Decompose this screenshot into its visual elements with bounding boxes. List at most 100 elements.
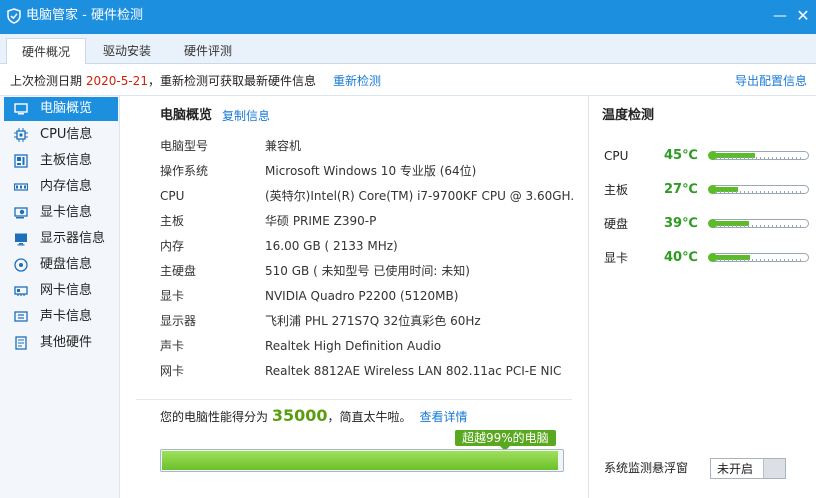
- temp-value: 39℃: [664, 216, 698, 231]
- export-config-link[interactable]: 导出配置信息: [735, 74, 807, 88]
- sidebar-item-label: 电脑概览: [40, 101, 93, 116]
- performance-progress-bar: [160, 449, 564, 472]
- sidebar-item-label: CPU信息: [40, 127, 93, 142]
- sidebar-item-label: 硬盘信息: [40, 257, 93, 272]
- sidebar-item-overview[interactable]: 电脑概览: [4, 97, 118, 121]
- last-detect-label: 上次检测日期: [10, 74, 83, 88]
- info-row-sound: 声卡 Realtek High Definition Audio: [160, 336, 580, 356]
- toggle-state-label: 未开启: [717, 462, 754, 476]
- tab-hardware-benchmark[interactable]: 硬件评测: [170, 38, 246, 64]
- cpu-icon: [14, 128, 28, 142]
- info-row-memory: 内存 16.00 GB ( 2133 MHz): [160, 236, 580, 256]
- sidebar-item-label: 内存信息: [40, 179, 93, 194]
- toggle-knob: [763, 459, 785, 478]
- redetect-link[interactable]: 重新检测: [333, 74, 381, 88]
- other-hardware-icon: [15, 336, 27, 350]
- sidebar-item-other[interactable]: 其他硬件: [4, 331, 118, 355]
- sidebar-item-memory[interactable]: 内存信息: [4, 175, 118, 199]
- monitor-icon: [14, 103, 28, 115]
- info-key: 主硬盘: [160, 264, 197, 278]
- shield-logo-icon: [7, 8, 21, 24]
- temp-value: 40℃: [664, 250, 698, 265]
- memory-icon: [14, 183, 28, 191]
- sidebar-item-network[interactable]: 网卡信息: [4, 279, 118, 303]
- info-key: 主板: [160, 214, 185, 228]
- tab-bar: 硬件概况 驱动安装 硬件评测: [0, 34, 816, 65]
- info-key: 网卡: [160, 364, 185, 378]
- thermometer-icon: [708, 219, 809, 228]
- view-details-link[interactable]: 查看详情: [420, 410, 468, 424]
- sidebar: 电脑概览 CPU信息 主板信息 内存信息 显卡信息 显示器信息 硬盘信息 网卡信…: [0, 96, 120, 498]
- minimize-button[interactable]: —: [771, 7, 789, 25]
- info-key: 显卡: [160, 289, 185, 303]
- info-value: 16.00 GB ( 2133 MHz): [265, 239, 398, 253]
- info-value: 510 GB ( 未知型号 已使用时间: 未知): [265, 264, 470, 278]
- divider: [136, 399, 572, 400]
- score-prefix: 您的电脑性能得分为: [160, 410, 269, 424]
- close-button[interactable]: ✕: [794, 7, 812, 25]
- network-card-icon: [14, 286, 28, 296]
- temp-label: 显卡: [604, 251, 629, 265]
- sidebar-item-graphics[interactable]: 显卡信息: [4, 201, 118, 225]
- info-bar: 上次检测日期 2020-5-21，重新检测可获取最新硬件信息 重新检测 导出配置…: [0, 64, 816, 96]
- info-value: Realtek 8812AE Wireless LAN 802.11ac PCI…: [265, 364, 562, 378]
- sidebar-item-sound[interactable]: 声卡信息: [4, 305, 118, 329]
- info-key: 声卡: [160, 339, 185, 353]
- temp-value: 27℃: [664, 182, 698, 197]
- info-row-main-disk: 主硬盘 510 GB ( 未知型号 已使用时间: 未知): [160, 261, 580, 281]
- info-value: Realtek High Definition Audio: [265, 339, 442, 353]
- info-key: 显示器: [160, 314, 197, 328]
- sidebar-item-display[interactable]: 显示器信息: [4, 227, 118, 251]
- last-detect-date: 2020-5-21: [85, 74, 148, 88]
- sidebar-item-label: 显卡信息: [40, 205, 93, 220]
- floating-window-toggle[interactable]: 未开启: [710, 458, 786, 479]
- sidebar-item-label: 声卡信息: [40, 309, 93, 324]
- sidebar-item-hard-disk[interactable]: 硬盘信息: [4, 253, 118, 277]
- hard-disk-icon: [14, 258, 28, 272]
- tab-driver-install[interactable]: 驱动安装: [89, 38, 165, 64]
- overview-panel: 电脑概览 复制信息 电脑型号 兼容机 操作系统 Microsoft Windows …: [120, 96, 588, 498]
- tab-hardware-overview[interactable]: 硬件概况: [6, 38, 86, 65]
- score-suffix: ，简直太牛啦。: [327, 410, 412, 424]
- window-title: 电脑管家 - 硬件检测: [26, 8, 143, 23]
- info-row-network: 网卡 Realtek 8812AE Wireless LAN 802.11ac P…: [160, 361, 580, 381]
- graphics-card-icon: [14, 207, 28, 219]
- sidebar-item-label: 网卡信息: [40, 283, 93, 298]
- sidebar-item-label: 主板信息: [40, 153, 93, 168]
- info-value: NVIDIA Quadro P2200 (5120MB): [265, 289, 459, 303]
- info-key: 电脑型号: [160, 139, 209, 153]
- info-row-cpu: CPU (英特尔)Intel(R) Core(TM) i7-9700KF CPU …: [160, 186, 580, 206]
- title-bar: 电脑管家 - 硬件检测 — ✕: [0, 0, 816, 34]
- info-value: 华硕 PRIME Z390-P: [265, 214, 377, 228]
- thermometer-icon: [708, 151, 809, 160]
- info-key: CPU: [160, 189, 185, 203]
- info-key: 内存: [160, 239, 185, 253]
- sound-card-icon: [14, 311, 28, 322]
- temp-row-graphics: 显卡 40℃: [604, 250, 814, 266]
- temp-label: 主板: [604, 183, 629, 197]
- motherboard-icon: [14, 154, 28, 168]
- temperature-panel: 温度检测 CPU 45℃ 主板 27℃ 硬盘 39℃ 显卡 40℃ 系统监测悬浮…: [589, 96, 816, 498]
- info-value: (英特尔)Intel(R) Core(TM) i7-9700KF CPU @ 3…: [265, 189, 575, 203]
- last-detect-info: 上次检测日期 2020-5-21，重新检测可获取最新硬件信息: [10, 74, 316, 88]
- copy-info-link[interactable]: 复制信息: [222, 108, 270, 124]
- info-row-graphics: 显卡 NVIDIA Quadro P2200 (5120MB): [160, 286, 580, 306]
- performance-score: 您的电脑性能得分为 35000，简直太牛啦。 查看详情: [160, 407, 468, 426]
- temp-row-motherboard: 主板 27℃: [604, 182, 814, 198]
- sidebar-item-cpu[interactable]: CPU信息: [4, 123, 118, 147]
- sidebar-item-motherboard[interactable]: 主板信息: [4, 149, 118, 173]
- temp-value: 45℃: [664, 148, 698, 163]
- thermometer-icon: [708, 253, 809, 262]
- temp-row-hard-disk: 硬盘 39℃: [604, 216, 814, 232]
- last-detect-hint: ，重新检测可获取最新硬件信息: [147, 74, 316, 88]
- sidebar-item-label: 其他硬件: [40, 335, 93, 350]
- overview-title: 电脑概览: [160, 108, 213, 123]
- temperature-title: 温度检测: [602, 108, 655, 123]
- beat-percent-badge: 超越99%的电脑: [455, 430, 556, 451]
- score-value: 35000: [271, 406, 328, 425]
- sidebar-item-label: 显示器信息: [40, 231, 106, 246]
- info-row-motherboard: 主板 华硕 PRIME Z390-P: [160, 211, 580, 231]
- temp-row-cpu: CPU 45℃: [604, 148, 814, 164]
- floating-window-label: 系统监测悬浮窗: [604, 461, 689, 475]
- info-row-model: 电脑型号 兼容机: [160, 136, 580, 156]
